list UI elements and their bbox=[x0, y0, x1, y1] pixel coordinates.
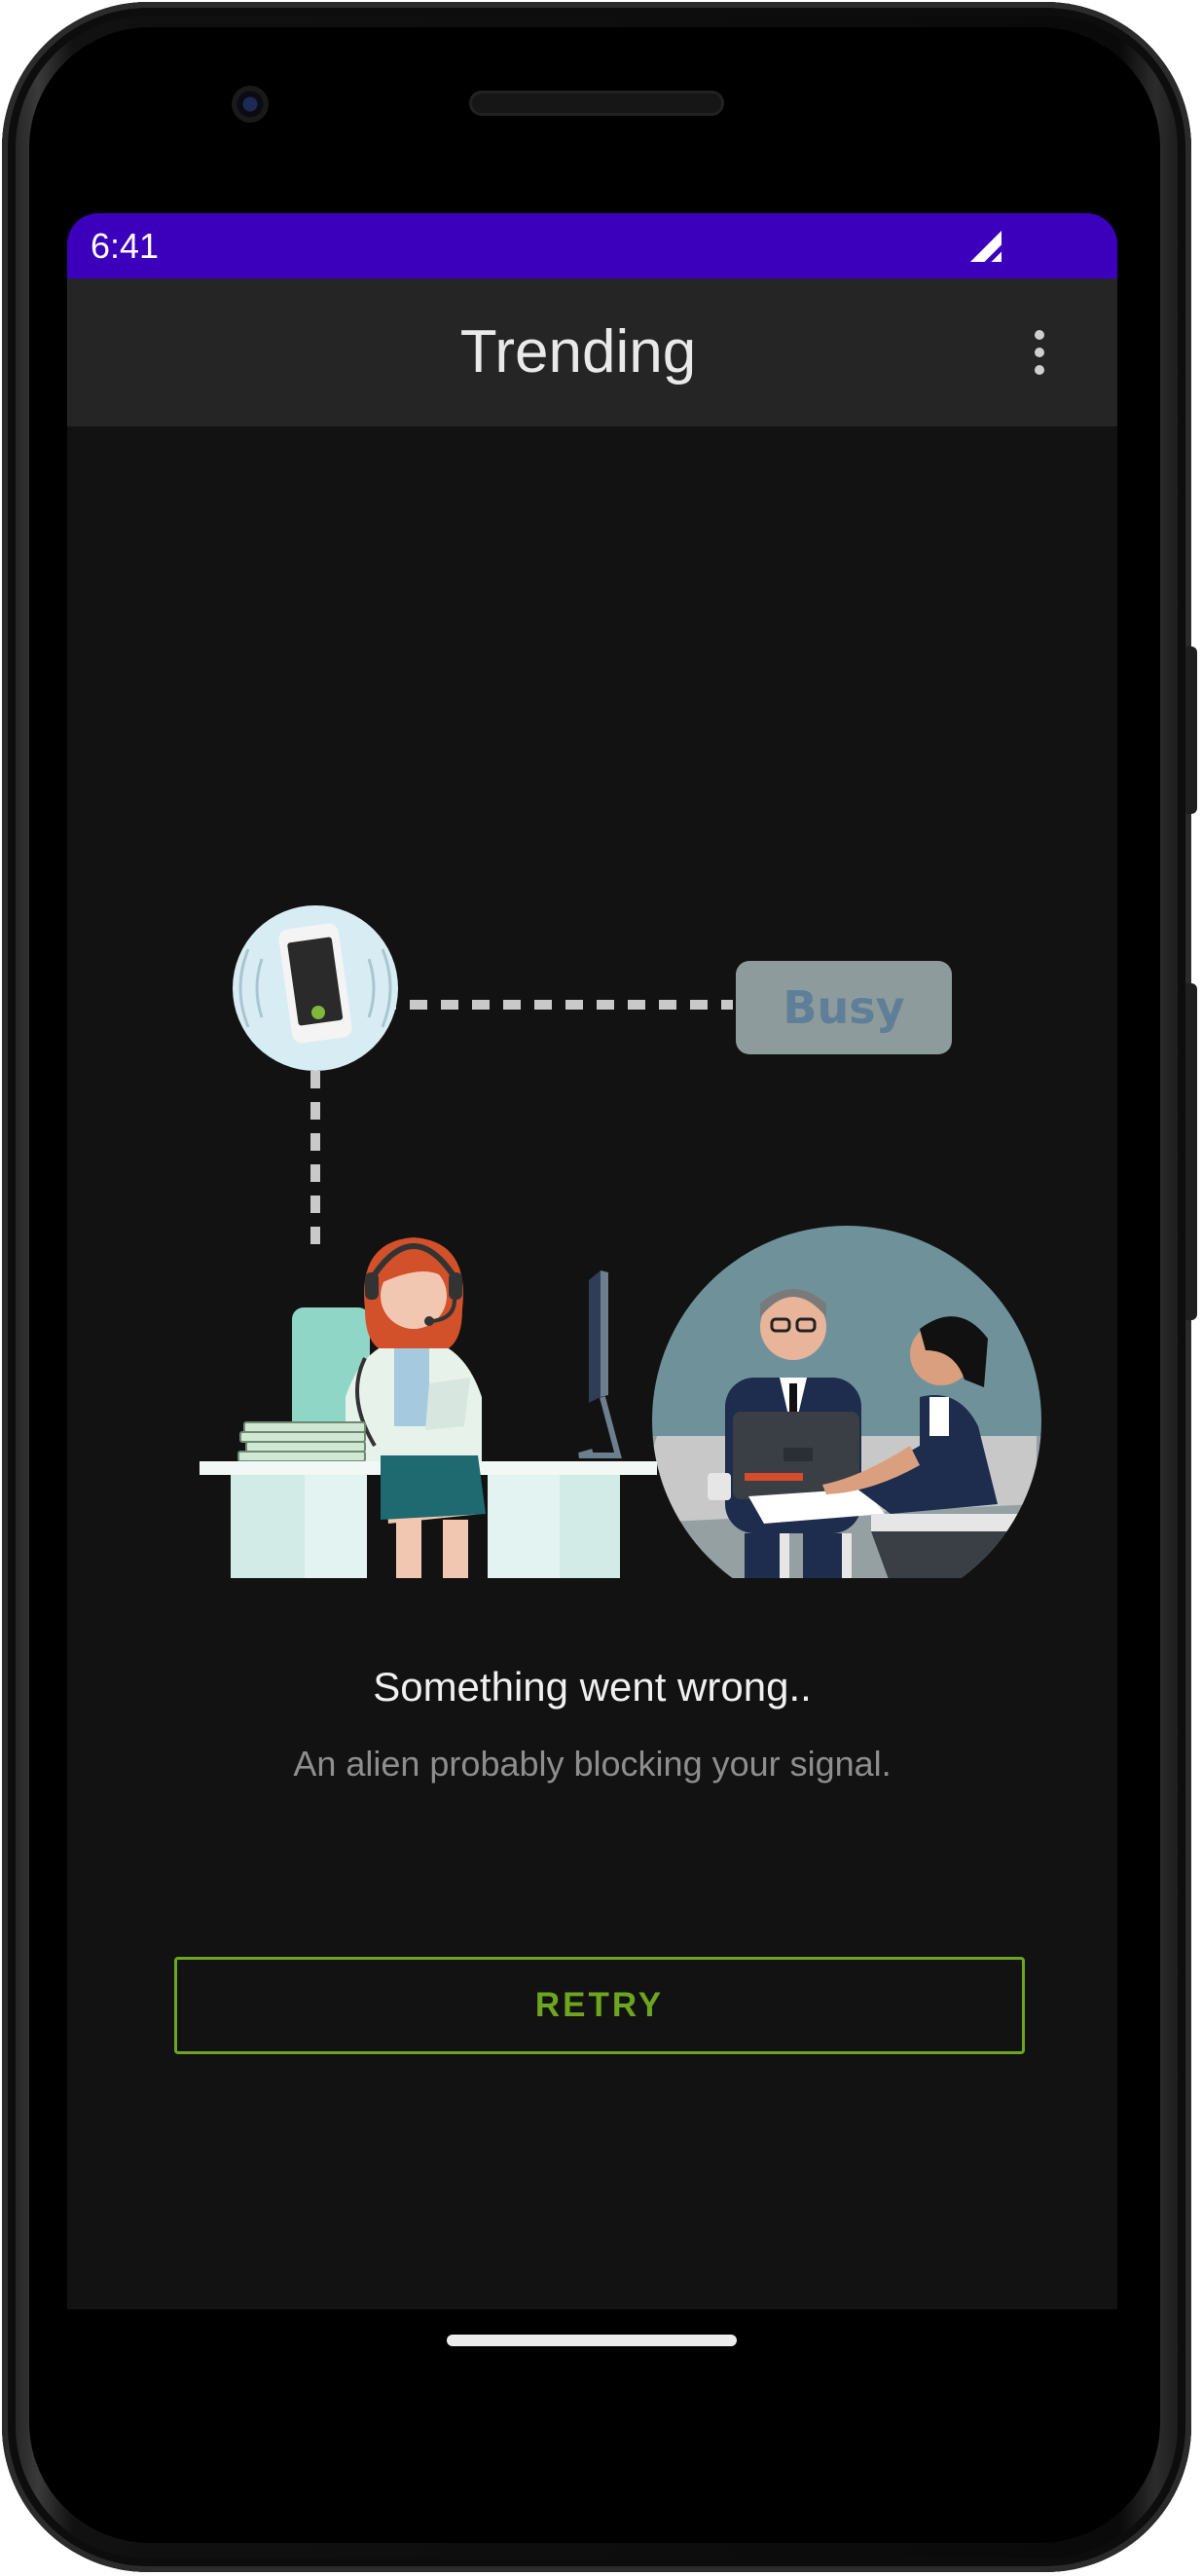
receptionist-illustration bbox=[200, 1237, 657, 1578]
error-illustration: Busy bbox=[200, 905, 1041, 1578]
busy-badge: Busy bbox=[736, 961, 952, 1054]
status-time: 6:41 bbox=[91, 226, 160, 266]
meeting-illustration bbox=[652, 1226, 1041, 1578]
retry-button[interactable]: RETRY bbox=[174, 1957, 1025, 2054]
error-subtitle: An alien probably blocking your signal. bbox=[293, 1744, 892, 1784]
overflow-menu-icon[interactable] bbox=[1025, 327, 1054, 378]
busy-label: Busy bbox=[783, 981, 904, 1034]
phone-call-icon bbox=[233, 905, 398, 1071]
app-title: Trending bbox=[459, 318, 697, 386]
home-gesture-bar[interactable] bbox=[447, 2335, 737, 2346]
front-camera bbox=[232, 86, 269, 123]
screen: 6:41 Trending Busy Something went wrong.… bbox=[67, 213, 1117, 2309]
volume-button bbox=[1185, 983, 1197, 1320]
signal-icon bbox=[970, 231, 1005, 266]
app-bar: Trending bbox=[67, 278, 1117, 426]
earpiece-speaker bbox=[469, 91, 724, 116]
power-button bbox=[1185, 646, 1197, 814]
status-bar: 6:41 bbox=[67, 213, 1117, 278]
error-title: Something went wrong.. bbox=[373, 1664, 812, 1710]
